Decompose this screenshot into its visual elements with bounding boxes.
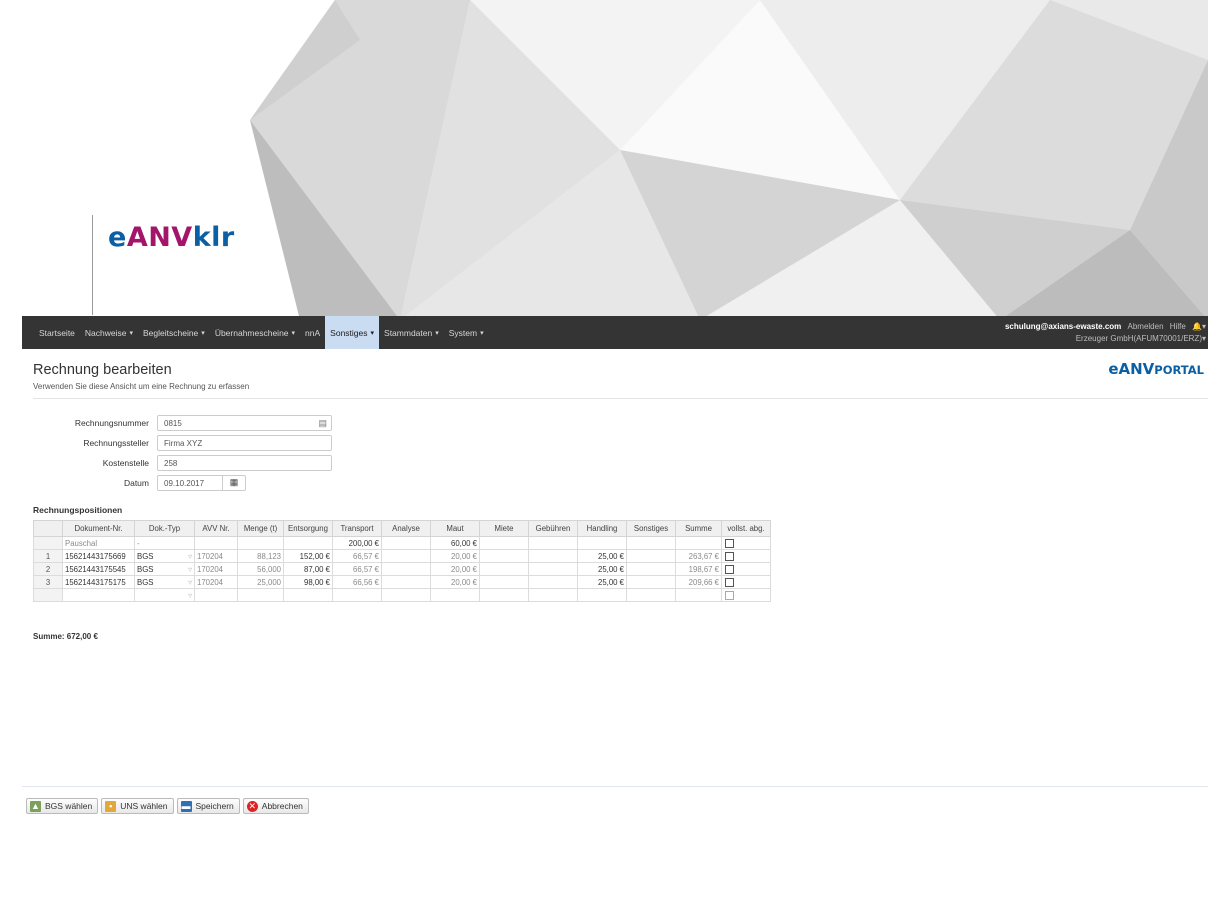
total-sum: Summe: 672,00 € — [33, 632, 98, 641]
column-header[interactable]: Analyse — [381, 520, 431, 537]
table-row[interactable]: 1 15621443175669 BGS ▿ 170204 88,123 152,… — [33, 549, 771, 563]
save-button[interactable]: ▬ Speichern — [176, 798, 240, 814]
nav-startseite[interactable]: Startseite — [34, 316, 80, 349]
datum-label: Datum — [123, 478, 149, 488]
column-header[interactable]: Summe — [675, 520, 722, 537]
header-divider — [33, 398, 1208, 399]
column-header[interactable]: Gebühren — [528, 520, 578, 537]
column-header[interactable]: AVV Nr. — [194, 520, 238, 537]
column-header[interactable]: Maut — [430, 520, 480, 537]
close-icon: ✕ — [246, 800, 258, 812]
nav-stammdaten[interactable]: Stammdaten ▾ — [379, 316, 444, 349]
table-row[interactable]: ▿ — [33, 588, 771, 602]
rechnungsnummer-label: Rechnungsnummer — [74, 418, 149, 428]
chevron-down-icon: ▾ — [291, 329, 296, 337]
cancel-button[interactable]: ✕ Abbrechen — [242, 798, 309, 814]
rechnungssteller-input[interactable]: Firma XYZ — [157, 435, 332, 451]
nav-sonstiges[interactable]: Sonstiges ▾ — [325, 316, 380, 349]
dropdown-icon: ▿ — [188, 577, 192, 587]
form-row-rechnungssteller: Rechnungssteller Firma XYZ — [22, 435, 1208, 451]
truck-icon: ▲ — [30, 800, 41, 812]
column-header[interactable]: Menge (t) — [237, 520, 284, 537]
list-icon[interactable]: ▤ — [318, 418, 327, 429]
logout-link[interactable]: Abmelden — [1128, 322, 1164, 331]
vollst-abg-checkbox[interactable] — [725, 551, 734, 561]
dropdown-icon: ▿ — [188, 590, 192, 600]
bgs-select-button[interactable]: ▲ BGS wählen — [26, 798, 99, 814]
application-window: Startseite Nachweise ▾ Begleitscheine ▾ Üb… — [22, 316, 1208, 904]
company-selector[interactable]: Erzeuger GmbH(AFUM70001/ERZ)▾ — [1001, 333, 1206, 345]
user-area: schulung@axians-ewaste.com Abmelden Hilf… — [1001, 321, 1206, 345]
column-header — [33, 520, 63, 537]
vollst-abg-checkbox[interactable] — [725, 564, 734, 574]
table-header-row: Dokument-Nr. Dok.-Typ AVV Nr. Menge (t) … — [33, 520, 771, 537]
kostenstelle-input[interactable]: 258 — [157, 455, 332, 471]
top-navbar: Startseite Nachweise ▾ Begleitscheine ▾ Üb… — [22, 316, 1208, 349]
chevron-down-icon: ▾ — [480, 329, 484, 337]
eanvklr-logo: eANVklr — [108, 222, 235, 253]
form-row-datum: Datum 09.10.2017 ▦ — [22, 475, 1208, 491]
table-row[interactable]: 3 15621443175175 BGS ▿ 170204 25,000 98,0… — [33, 575, 771, 589]
calendar-icon: ▦ — [229, 477, 239, 487]
decorative-background — [0, 0, 1208, 320]
action-footer: ▲ BGS wählen ▪ UNS wählen ▬ Speichern ✕ Abbr… — [22, 786, 1208, 904]
vollst-abg-checkbox[interactable] — [725, 577, 734, 587]
save-icon: ▬ — [180, 800, 192, 812]
column-header[interactable]: Transport — [332, 520, 382, 537]
table-row[interactable]: 2 15621443175545 BGS ▿ 170204 56,000 87,0… — [33, 562, 771, 576]
dropdown-icon: ▿ — [188, 551, 192, 561]
column-header[interactable]: Dokument-Nr. — [62, 520, 135, 537]
dropdown-icon: ▿ — [188, 564, 192, 574]
positions-table: Dokument-Nr. Dok.-Typ AVV Nr. Menge (t) … — [33, 520, 771, 602]
nav-system[interactable]: System ▾ — [444, 316, 489, 349]
nav-uebernahmescheine[interactable]: Übernahmescheine ▾ — [210, 316, 300, 349]
user-email[interactable]: schulung@axians-ewaste.com — [1005, 322, 1121, 331]
brand-divider — [92, 215, 93, 315]
positions-title: Rechnungspositionen — [33, 505, 123, 515]
column-header[interactable]: Dok.-Typ — [134, 520, 195, 537]
nav-begleitscheine[interactable]: Begleitscheine ▾ — [138, 316, 210, 349]
calendar-button[interactable]: ▦ — [222, 475, 246, 491]
chevron-down-icon: ▾ — [435, 329, 439, 337]
chevron-down-icon: ▾ — [129, 329, 133, 337]
chevron-down-icon: ▾ — [370, 329, 375, 337]
nav-nna[interactable]: nnA — [300, 316, 325, 349]
bell-icon[interactable]: 🔔▾ — [1192, 322, 1206, 331]
folder-icon: ▪ — [105, 800, 117, 812]
rechnungsnummer-input[interactable]: 0815 ▤ — [157, 415, 332, 431]
uns-select-button[interactable]: ▪ UNS wählen — [101, 798, 174, 814]
form-row-kostenstelle: Kostenstelle 258 — [22, 455, 1208, 471]
kostenstelle-label: Kostenstelle — [102, 458, 149, 468]
column-header[interactable]: vollst. abg. — [721, 520, 771, 537]
column-header[interactable]: Sonstiges — [626, 520, 676, 537]
nav-nachweise[interactable]: Nachweise ▾ — [80, 316, 138, 349]
page-subtitle: Verwenden Sie diese Ansicht um eine Rech… — [33, 382, 250, 391]
table-row[interactable]: Pauschal - 200,00 € 60,00 € — [33, 536, 771, 550]
form-row-rechnungsnummer: Rechnungsnummer 0815 ▤ — [22, 415, 1208, 431]
column-header[interactable]: Entsorgung — [283, 520, 333, 537]
page-title: Rechnung bearbeiten — [33, 362, 172, 378]
chevron-down-icon: ▾ — [201, 329, 205, 337]
column-header[interactable]: Handling — [577, 520, 627, 537]
vollst-abg-checkbox[interactable] — [725, 538, 734, 548]
rechnungssteller-label: Rechnungssteller — [83, 438, 149, 448]
vollst-abg-checkbox[interactable] — [725, 590, 734, 600]
datum-input[interactable]: 09.10.2017 — [157, 475, 223, 491]
column-header[interactable]: Miete — [479, 520, 529, 537]
help-link[interactable]: Hilfe — [1170, 322, 1186, 331]
eanvportal-logo: eANVPORTAL — [1108, 360, 1204, 378]
